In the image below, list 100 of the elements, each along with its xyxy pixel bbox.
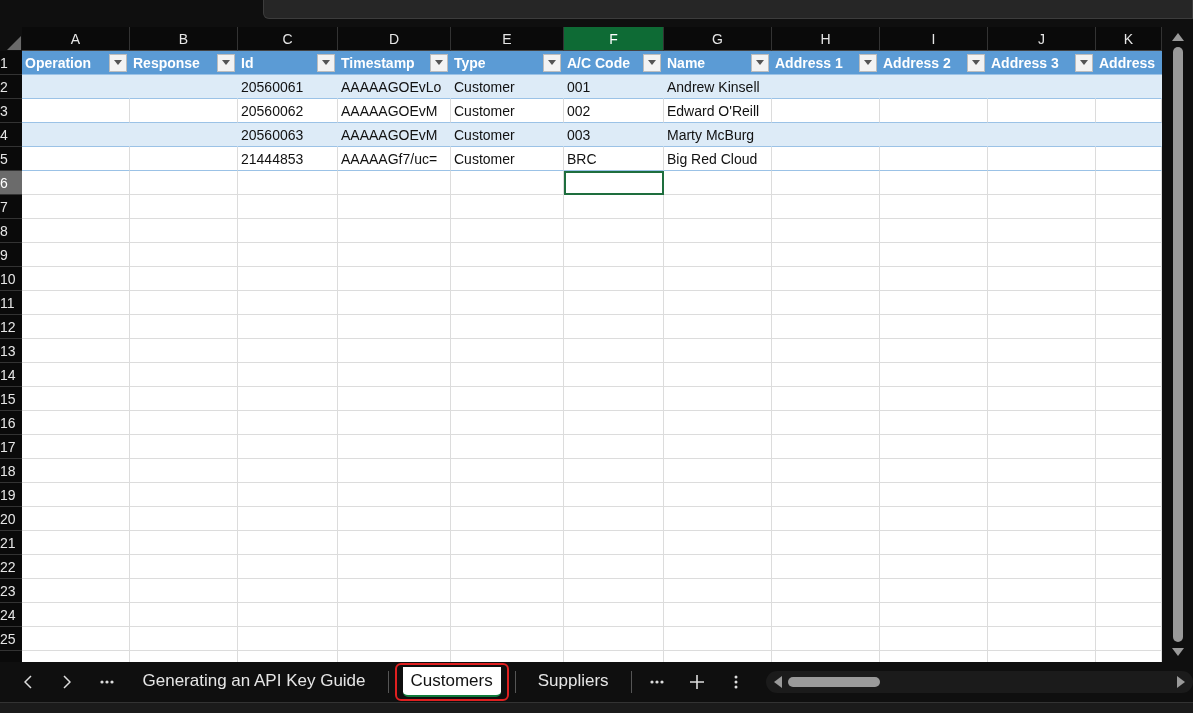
table-cell[interactable]: [664, 267, 772, 291]
filter-button[interactable]: [317, 53, 335, 72]
table-cell[interactable]: [664, 387, 772, 411]
table-cell[interactable]: [772, 243, 880, 267]
table-cell[interactable]: [130, 267, 238, 291]
table-cell[interactable]: [988, 507, 1096, 531]
table-cell[interactable]: [451, 387, 564, 411]
table-cell[interactable]: [664, 603, 772, 627]
table-cell[interactable]: Andrew Kinsell: [664, 75, 772, 99]
table-cell[interactable]: [238, 315, 338, 339]
table-cell[interactable]: [988, 531, 1096, 555]
table-cell[interactable]: [22, 123, 130, 147]
table-cell[interactable]: [772, 267, 880, 291]
table-cell[interactable]: [988, 603, 1096, 627]
table-cell[interactable]: [772, 363, 880, 387]
table-cell[interactable]: Marty McBurg: [664, 123, 772, 147]
table-cell[interactable]: [880, 363, 988, 387]
table-cell[interactable]: [564, 627, 664, 651]
table-cell[interactable]: [130, 243, 238, 267]
row-header[interactable]: 15: [0, 387, 22, 411]
table-cell[interactable]: [880, 171, 988, 195]
table-cell[interactable]: [130, 411, 238, 435]
table-cell[interactable]: [664, 579, 772, 603]
table-cell[interactable]: [338, 627, 451, 651]
table-cell[interactable]: [664, 363, 772, 387]
table-cell[interactable]: [664, 171, 772, 195]
row-header[interactable]: 10: [0, 267, 22, 291]
column-header[interactable]: D: [338, 27, 451, 51]
row-header[interactable]: 24: [0, 603, 22, 627]
column-header[interactable]: K: [1096, 27, 1162, 51]
table-cell[interactable]: [22, 339, 130, 363]
table-cell[interactable]: [338, 291, 451, 315]
table-cell[interactable]: [130, 507, 238, 531]
table-cell[interactable]: [451, 267, 564, 291]
table-cell[interactable]: [880, 195, 988, 219]
table-cell[interactable]: [880, 531, 988, 555]
table-cell[interactable]: [664, 315, 772, 339]
table-cell[interactable]: [1096, 75, 1162, 99]
table-cell[interactable]: [880, 459, 988, 483]
column-header[interactable]: C: [238, 27, 338, 51]
column-header[interactable]: B: [130, 27, 238, 51]
table-cell[interactable]: [451, 603, 564, 627]
table-cell[interactable]: 20560063: [238, 123, 338, 147]
table-cell[interactable]: [772, 219, 880, 243]
table-cell[interactable]: [880, 243, 988, 267]
table-cell[interactable]: [880, 603, 988, 627]
table-cell[interactable]: [564, 411, 664, 435]
table-cell[interactable]: [238, 555, 338, 579]
table-cell[interactable]: [988, 579, 1096, 603]
table-cell[interactable]: [772, 387, 880, 411]
horizontal-scrollbar[interactable]: [766, 671, 1193, 693]
table-cell[interactable]: [338, 387, 451, 411]
table-cell[interactable]: [664, 219, 772, 243]
table-cell[interactable]: [772, 291, 880, 315]
filter-button[interactable]: [217, 53, 235, 72]
table-cell[interactable]: [130, 627, 238, 651]
table-cell[interactable]: [338, 483, 451, 507]
row-header[interactable]: 9: [0, 243, 22, 267]
row-header[interactable]: 18: [0, 459, 22, 483]
table-cell[interactable]: [880, 555, 988, 579]
table-cell[interactable]: [22, 219, 130, 243]
table-cell[interactable]: [988, 147, 1096, 171]
table-cell[interactable]: [564, 579, 664, 603]
table-cell[interactable]: [988, 195, 1096, 219]
table-cell[interactable]: [238, 339, 338, 363]
column-header[interactable]: F: [564, 27, 664, 51]
table-cell[interactable]: [238, 507, 338, 531]
table-cell[interactable]: [664, 195, 772, 219]
table-cell[interactable]: [564, 531, 664, 555]
table-cell[interactable]: [130, 315, 238, 339]
table-cell[interactable]: [22, 243, 130, 267]
table-cell[interactable]: [338, 339, 451, 363]
table-cell[interactable]: [238, 603, 338, 627]
table-cell[interactable]: [564, 339, 664, 363]
table-cell[interactable]: AAAAAGf7/uc=: [338, 147, 451, 171]
table-cell[interactable]: [451, 363, 564, 387]
table-cell[interactable]: [22, 459, 130, 483]
table-cell[interactable]: [880, 627, 988, 651]
sheet-tab[interactable]: Generating an API Key Guide: [126, 663, 382, 701]
table-cell[interactable]: AAAAAGOEvLo: [338, 75, 451, 99]
table-cell[interactable]: [238, 243, 338, 267]
table-cell[interactable]: [988, 387, 1096, 411]
table-cell[interactable]: [772, 315, 880, 339]
table-cell[interactable]: [664, 555, 772, 579]
row-header[interactable]: 5: [0, 147, 22, 171]
filter-button[interactable]: [859, 53, 877, 72]
table-cell[interactable]: [338, 219, 451, 243]
filter-button[interactable]: [109, 53, 127, 72]
table-cell[interactable]: [130, 459, 238, 483]
table-cell[interactable]: [338, 411, 451, 435]
table-cell[interactable]: [338, 507, 451, 531]
table-cell[interactable]: [238, 219, 338, 243]
table-cell[interactable]: 001: [564, 75, 664, 99]
row-header[interactable]: 17: [0, 435, 22, 459]
table-cell[interactable]: [22, 483, 130, 507]
table-cell[interactable]: [772, 555, 880, 579]
table-cell[interactable]: [22, 171, 130, 195]
table-cell[interactable]: [451, 627, 564, 651]
table-cell[interactable]: [130, 555, 238, 579]
table-cell[interactable]: [22, 75, 130, 99]
